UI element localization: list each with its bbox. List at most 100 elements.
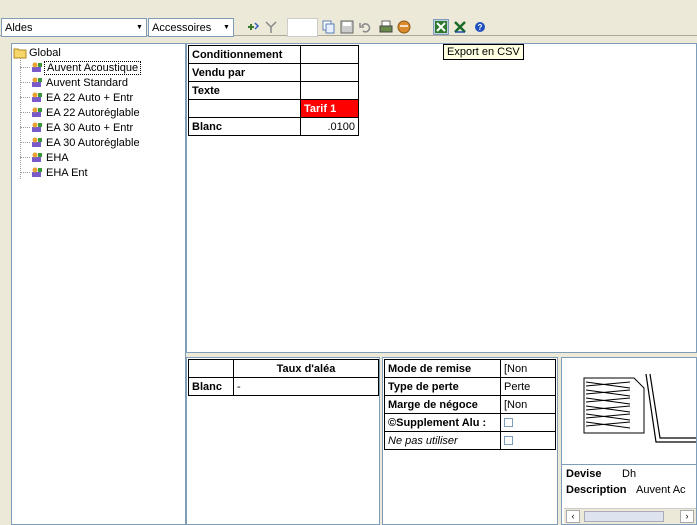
prop-value[interactable]: [Non: [500, 395, 556, 414]
tree-item-label: EHA Ent: [46, 166, 88, 179]
alea-header: Taux d'aléa: [233, 359, 379, 378]
cell-texte[interactable]: [300, 81, 359, 100]
cell-blanc-value[interactable]: .0100: [300, 117, 359, 136]
tree-item-label: EA 22 Auto + Entr: [46, 91, 134, 104]
product-icon: [32, 167, 42, 177]
row-label-conditionnement: Conditionnement: [188, 45, 301, 64]
print-icon[interactable]: [378, 19, 394, 35]
cell-conditionnement[interactable]: [300, 45, 359, 64]
product-drawing-image: [583, 373, 696, 443]
chevron-down-icon[interactable]: ▼: [133, 19, 146, 36]
description-value: Auvent Ac: [636, 484, 686, 496]
undo-icon[interactable]: [357, 19, 373, 35]
tree-item-auvent-acoustique[interactable]: Auvent Acoustique: [30, 60, 142, 75]
tree-item-eha-ent[interactable]: EHA Ent: [30, 166, 90, 179]
tree-item-ea30-auto-entr[interactable]: EA 30 Auto + Entr: [30, 121, 135, 134]
cell-empty: [188, 359, 234, 378]
properties-table: Mode de remise [Non Type de perte Perte …: [384, 359, 556, 450]
info-row: Devise Dh: [566, 468, 636, 480]
row-label-blanc: Blanc: [188, 117, 301, 136]
category-combo[interactable]: Accessoires ▼: [148, 18, 234, 37]
category-combo-value: Accessoires: [152, 21, 212, 34]
tree-item-label: EA 22 Autoréglable: [46, 106, 140, 119]
table-row: Conditionnement: [188, 45, 359, 64]
tree-item-label: EA 30 Autoréglable: [46, 136, 140, 149]
alea-row-value[interactable]: -: [233, 377, 379, 396]
tree-item-ea30-autoreglable[interactable]: EA 30 Autoréglable: [30, 136, 142, 149]
prop-value[interactable]: [Non: [500, 359, 556, 378]
filter-icon[interactable]: [263, 19, 279, 35]
export-csv-icon[interactable]: [433, 19, 449, 35]
chevron-down-icon[interactable]: ▼: [220, 19, 233, 36]
info-row: Description Auvent Ac: [566, 484, 686, 496]
copy-icon[interactable]: [320, 19, 336, 35]
tree-item-eha[interactable]: EHA: [30, 151, 71, 164]
export-csv-tooltip: Export en CSV: [443, 44, 524, 60]
prop-label: Marge de négoce: [384, 395, 501, 414]
product-icon: [32, 107, 42, 117]
tree-item-label: EHA: [46, 151, 69, 164]
scroll-left-icon[interactable]: ‹: [566, 510, 580, 523]
product-tree: Global Auvent Acoustique Auvent Standard…: [11, 43, 186, 525]
table-row: Blanc -: [188, 377, 379, 396]
add-item-icon[interactable]: [245, 19, 261, 35]
table-row: Tarif 1: [188, 99, 359, 118]
table-row: Texte: [188, 81, 359, 100]
app-window: Aldes ▼ Accessoires ▼ ? Global Auvent Ac…: [0, 0, 697, 525]
devise-label: Devise: [566, 468, 602, 480]
save-icon[interactable]: [339, 19, 355, 35]
brand-combo-value: Aldes: [5, 21, 33, 34]
description-label: Description: [566, 484, 627, 496]
alea-row-label: Blanc: [188, 377, 234, 396]
horizontal-scrollbar[interactable]: ‹ ›: [564, 508, 696, 524]
export-xls-icon[interactable]: [452, 19, 468, 35]
product-icon: [32, 62, 42, 72]
ne-pas-utiliser-checkbox[interactable]: [504, 436, 513, 446]
preview-pane: Devise Dh Description Auvent Ac ‹ ›: [561, 357, 697, 525]
cell-vendu-par[interactable]: [300, 63, 359, 82]
table-row: Vendu par: [188, 63, 359, 82]
prop-label: Mode de remise: [384, 359, 501, 378]
table-row: Mode de remise [Non: [384, 359, 556, 378]
table-row: Blanc .0100: [188, 117, 359, 136]
package-icon[interactable]: [396, 19, 412, 35]
table-row: Marge de négoce [Non: [384, 395, 556, 414]
row-label-vendu-par: Vendu par: [188, 63, 301, 82]
cell-empty: [188, 99, 301, 118]
prop-label: Ne pas utiliser: [384, 431, 501, 450]
table-row: Type de perte Perte: [384, 377, 556, 396]
prop-checkbox-cell: [500, 413, 556, 432]
table-row: Taux d'aléa: [188, 359, 379, 378]
supplement-alu-checkbox[interactable]: [504, 418, 513, 428]
blank-field[interactable]: [287, 18, 318, 37]
product-icon: [32, 137, 42, 147]
attribute-table: Conditionnement Vendu par Texte Tarif 1 …: [188, 45, 359, 136]
tree-item-auvent-standard[interactable]: Auvent Standard: [30, 76, 130, 89]
tarif-header[interactable]: Tarif 1: [300, 99, 359, 118]
scroll-thumb[interactable]: [584, 511, 664, 522]
tree-item-ea22-auto-entr[interactable]: EA 22 Auto + Entr: [30, 91, 135, 104]
alea-table: Taux d'aléa Blanc -: [188, 359, 379, 396]
table-row: ©Supplement Alu :: [384, 413, 556, 432]
tree-item-label: EA 30 Auto + Entr: [46, 121, 134, 134]
alea-pane: Taux d'aléa Blanc -: [186, 357, 380, 525]
product-icon: [32, 122, 42, 132]
product-icon: [32, 92, 42, 102]
tree-item-label: Auvent Standard: [46, 76, 128, 89]
product-icon: [32, 152, 42, 162]
table-row: Ne pas utiliser: [384, 431, 556, 450]
properties-pane: Mode de remise [Non Type de perte Perte …: [382, 357, 558, 525]
help-icon[interactable]: ?: [472, 19, 488, 35]
product-icon: [32, 77, 42, 87]
scroll-right-icon[interactable]: ›: [680, 510, 694, 523]
divider: [562, 464, 697, 465]
prop-label: Type de perte: [384, 377, 501, 396]
tree-item-label: Auvent Acoustique: [44, 60, 142, 75]
tree-item-ea22-autoreglable[interactable]: EA 22 Autoréglable: [30, 106, 142, 119]
product-detail-grid: Conditionnement Vendu par Texte Tarif 1 …: [186, 43, 697, 353]
brand-combo[interactable]: Aldes ▼: [1, 18, 147, 37]
prop-value[interactable]: Perte: [500, 377, 556, 396]
prop-label: ©Supplement Alu :: [384, 413, 501, 432]
row-label-texte: Texte: [188, 81, 301, 100]
toolbar: Aldes ▼ Accessoires ▼ ?: [0, 0, 697, 37]
